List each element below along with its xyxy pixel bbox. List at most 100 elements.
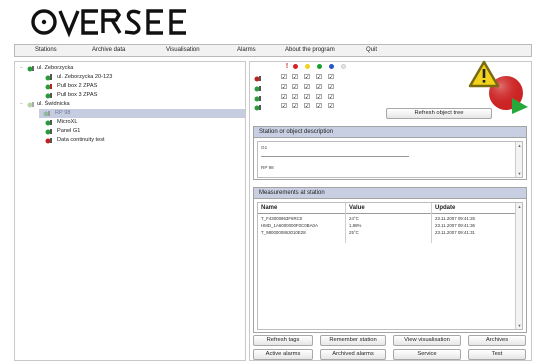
status-icon-grid: ! ☑ ☑ ☑ ☑ ☑ ☑ ☑ ☑ ☑ ☑ ☑ ☑ ☑ ☑ ☑ ☑ ☑ ☑ ☑ … — [250, 62, 490, 112]
description-separator — [261, 156, 409, 157]
collapse-icon[interactable]: − — [19, 66, 24, 71]
checkbox-icon[interactable]: ☑ — [280, 84, 288, 92]
checkbox-icon[interactable]: ☑ — [327, 94, 335, 102]
checkbox-icon[interactable]: ☑ — [303, 103, 311, 111]
measurement-update: 23.11.2007 09:41:31 — [435, 230, 475, 235]
checkbox-icon[interactable]: ☑ — [315, 103, 323, 111]
view-visualisation-button[interactable]: View visualisation — [393, 335, 461, 346]
station-icon — [45, 74, 53, 81]
checkbox-icon[interactable]: ☑ — [291, 84, 299, 92]
pull-box-icon — [45, 92, 53, 99]
archived-alarms-button[interactable]: Archived alarms — [320, 349, 386, 360]
checkbox-icon[interactable]: ☑ — [315, 84, 323, 92]
measurement-name: T_9800000863010E28 — [261, 230, 306, 235]
device-icon — [43, 110, 51, 117]
measurements-scrollbar[interactable]: ▲ ▼ — [515, 203, 522, 329]
scroll-up-icon[interactable]: ▲ — [517, 204, 522, 209]
tree-item-label: ul. Świdnicka — [37, 101, 70, 107]
tree-item-label: Panel G1 — [57, 128, 81, 134]
oversee-logo — [30, 5, 220, 39]
checkbox-icon[interactable]: ☑ — [280, 74, 288, 82]
gray-status-icon — [341, 64, 346, 69]
red-status-icon — [293, 64, 298, 69]
checkbox-icon[interactable]: ☑ — [291, 94, 299, 102]
measurement-update: 23.11.2007 09:41:36 — [435, 223, 475, 228]
measurement-name: HMD_1A6000000F0C0BA0A — [261, 223, 318, 228]
tree-item-microxl[interactable]: MicroXL — [17, 118, 245, 127]
measurement-value: 25°C — [349, 230, 359, 235]
station-group-icon — [27, 65, 35, 72]
scroll-up-icon[interactable]: ▲ — [517, 143, 522, 148]
menu-alarms[interactable]: Alarms — [237, 47, 256, 53]
station-row-icon — [254, 75, 262, 83]
test-button[interactable]: Test — [468, 349, 526, 360]
tree-item-panel-g1[interactable]: Panel G1 — [17, 127, 245, 136]
checkbox-icon[interactable]: ☑ — [315, 94, 323, 102]
station-details-area: ! ☑ ☑ ☑ ☑ ☑ ☑ ☑ ☑ ☑ ☑ ☑ ☑ ☑ ☑ ☑ ☑ ☑ ☑ ☑ … — [249, 60, 532, 361]
checkbox-icon[interactable]: ☑ — [327, 103, 335, 111]
tree-item-label: MicroXL — [57, 119, 78, 125]
device-icon — [45, 137, 53, 144]
menu-about[interactable]: About the program — [285, 47, 335, 53]
pull-box-icon — [45, 83, 53, 90]
remember-station-button[interactable]: Remember station — [320, 335, 386, 346]
tree-item-pull-box-3[interactable]: Pull box 3 ZPAS — [17, 91, 245, 100]
measurement-update: 23.11.2007 09:41:26 — [435, 216, 475, 221]
checkbox-icon[interactable]: ☑ — [280, 103, 288, 111]
menu-stations[interactable]: Stations — [35, 47, 57, 53]
measurement-value: 24°C — [349, 216, 359, 221]
service-button[interactable]: Service — [393, 349, 461, 360]
description-textbox[interactable]: G1 RP 98 ▲ ▼ — [257, 141, 523, 178]
tree-item-swidnicka[interactable]: − ul. Świdnicka — [17, 100, 245, 109]
tree-item-zeborzycka-20-123[interactable]: ul. Zeborzycka 20-123 — [17, 73, 245, 82]
checkbox-icon[interactable]: ☑ — [303, 84, 311, 92]
description-panel-title: Station or object description — [254, 127, 526, 138]
menu-visualisation[interactable]: Visualisation — [166, 47, 200, 53]
measurement-value: 1.88% — [349, 223, 362, 228]
description-line-2: RP 98 — [261, 165, 274, 170]
tree-item-label: Pull box 3 ZPAS — [57, 92, 98, 98]
description-scrollbar[interactable]: ▲ ▼ — [515, 142, 522, 177]
object-tree: − ul. Zeborzycka ul. Zeborzycka 20-123 P… — [14, 61, 246, 361]
measurements-table: Name Value Update T_F43000863F6RC0 24°C … — [257, 202, 523, 330]
checkbox-icon[interactable]: ☑ — [291, 103, 299, 111]
station-row-icon — [254, 85, 262, 93]
tree-item-rp-98[interactable]: RP 98 — [39, 109, 245, 118]
blue-status-icon — [329, 64, 334, 69]
menu-quit[interactable]: Quit — [366, 47, 377, 53]
column-header-value[interactable]: Value — [349, 205, 365, 211]
tree-item-label: Pull box 2 ZPAS — [57, 83, 98, 89]
tree-item-label: ul. Zeborzycka 20-123 — [57, 74, 113, 80]
refresh-tags-button[interactable]: Refresh tags — [253, 335, 313, 346]
tree-item-pull-box-2[interactable]: Pull box 2 ZPAS — [17, 82, 245, 91]
collapse-icon[interactable]: − — [19, 102, 24, 107]
scroll-down-icon[interactable]: ▼ — [517, 171, 522, 176]
checkbox-icon[interactable]: ☑ — [291, 74, 299, 82]
green-status-icon — [317, 64, 322, 69]
column-header-update[interactable]: Update — [435, 205, 455, 211]
column-divider — [345, 203, 346, 243]
alarm-exclamation-icon: ! — [285, 63, 289, 70]
archives-button[interactable]: Archives — [468, 335, 526, 346]
menu-archive-data[interactable]: Archive data — [92, 47, 125, 53]
measurements-panel: Measurements at station Name Value Updat… — [253, 187, 527, 333]
checkbox-icon[interactable]: ☑ — [280, 94, 288, 102]
checkbox-icon[interactable]: ☑ — [303, 74, 311, 82]
checkbox-icon[interactable]: ☑ — [303, 94, 311, 102]
column-divider — [431, 203, 432, 243]
scroll-down-icon[interactable]: ▼ — [517, 323, 522, 328]
tree-item-zeborzycka[interactable]: − ul. Zeborzycka — [17, 64, 245, 73]
device-icon — [45, 128, 53, 135]
tree-item-label: RP 98 — [55, 110, 71, 116]
checkbox-icon[interactable]: ☑ — [327, 74, 335, 82]
tree-item-label: ul. Zeborzycka — [37, 65, 74, 71]
tree-item-data-continuity-test[interactable]: Data continuity test — [17, 136, 245, 145]
checkbox-icon[interactable]: ☑ — [315, 74, 323, 82]
checkbox-icon[interactable]: ☑ — [327, 84, 335, 92]
station-row-icon — [254, 104, 262, 112]
station-status-graphic — [464, 60, 530, 114]
refresh-object-tree-button[interactable]: Refresh object tree — [386, 108, 492, 119]
column-header-name[interactable]: Name — [261, 205, 277, 211]
active-alarms-button[interactable]: Active alarms — [253, 349, 313, 360]
device-icon — [45, 119, 53, 126]
